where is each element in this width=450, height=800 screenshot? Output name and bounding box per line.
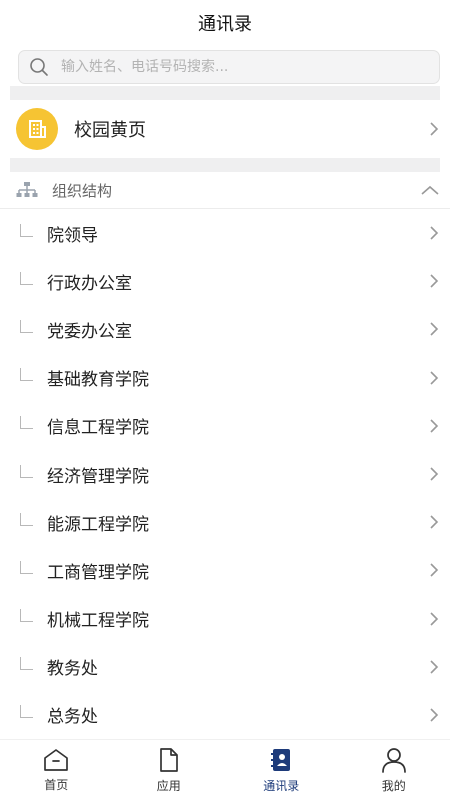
user-icon	[381, 747, 406, 773]
tree-branch-icon	[20, 368, 33, 382]
tab-label: 首页	[44, 777, 69, 792]
tree-branch-icon	[20, 512, 33, 526]
tree-branch-icon	[20, 464, 33, 478]
yellow-pages-row[interactable]: 校园黄页	[0, 100, 450, 158]
org-item-energy-engineering[interactable]: 能源工程学院	[0, 498, 450, 546]
tab-label: 我的	[381, 778, 406, 793]
section-divider	[10, 158, 440, 172]
tree-branch-icon	[20, 657, 33, 671]
section-divider	[10, 86, 440, 100]
org-item-leadership[interactable]: 院领导	[0, 209, 450, 257]
search-icon	[30, 58, 48, 76]
tree-branch-icon	[20, 705, 33, 719]
tab-bar: 首页 应用 通讯录 我的	[0, 739, 450, 800]
chevron-right-icon	[430, 274, 439, 288]
tree-branch-icon	[20, 560, 33, 574]
chevron-right-icon	[430, 612, 439, 626]
tree-branch-icon	[20, 319, 33, 333]
org-item-label: 总务处	[47, 707, 98, 728]
chevron-right-icon	[430, 371, 439, 385]
tab-profile[interactable]: 我的	[338, 740, 450, 800]
home-icon	[44, 748, 69, 771]
org-item-label: 工商管理学院	[47, 562, 149, 583]
org-item-general-affairs[interactable]: 总务处	[0, 691, 450, 739]
chevron-right-icon	[430, 122, 439, 136]
tree-branch-icon	[20, 416, 33, 430]
search-box[interactable]	[18, 50, 440, 84]
org-item-label: 能源工程学院	[47, 514, 149, 535]
search-input[interactable]	[59, 58, 423, 76]
chevron-right-icon	[430, 563, 439, 577]
address-book-icon	[271, 748, 291, 771]
chevron-right-icon	[430, 660, 439, 674]
chevron-right-icon	[430, 708, 439, 722]
org-item-label: 党委办公室	[47, 321, 132, 342]
tab-contacts[interactable]: 通讯录	[225, 740, 338, 800]
org-item-label: 机械工程学院	[47, 611, 149, 632]
org-chart-icon	[16, 182, 38, 197]
org-structure-header[interactable]: 组织结构	[0, 172, 450, 209]
org-structure-label: 组织结构	[52, 181, 113, 200]
org-list: 院领导 行政办公室 党委办公室 基础教育学院 信息工程学院 经济管理学院 能源工…	[0, 209, 450, 739]
chevron-right-icon	[430, 322, 439, 337]
page-title: 通讯录	[198, 14, 252, 35]
tab-label: 通讯录	[263, 778, 300, 793]
chevron-up-icon[interactable]	[420, 184, 440, 196]
tab-apps[interactable]: 应用	[113, 740, 226, 800]
header: 通讯录	[0, 0, 450, 46]
org-item-basic-education[interactable]: 基础教育学院	[0, 354, 450, 402]
tab-home[interactable]: 首页	[0, 740, 113, 800]
org-item-label: 行政办公室	[47, 273, 132, 294]
org-item-info-engineering[interactable]: 信息工程学院	[0, 402, 450, 450]
org-item-admin-office[interactable]: 行政办公室	[0, 257, 450, 305]
search-bar	[0, 46, 450, 86]
chevron-right-icon	[430, 226, 439, 240]
org-item-economics-management[interactable]: 经济管理学院	[0, 450, 450, 498]
yellow-pages-label: 校园黄页	[74, 120, 146, 141]
org-item-party-office[interactable]: 党委办公室	[0, 305, 450, 353]
org-item-label: 经济管理学院	[47, 466, 149, 487]
org-item-label: 基础教育学院	[47, 370, 149, 391]
chevron-right-icon	[430, 419, 439, 433]
org-item-mechanical-engineering[interactable]: 机械工程学院	[0, 595, 450, 643]
org-item-label: 院领导	[47, 225, 98, 246]
tree-branch-icon	[20, 609, 33, 623]
tab-label: 应用	[156, 778, 181, 793]
org-item-business-management[interactable]: 工商管理学院	[0, 546, 450, 594]
tree-branch-icon	[20, 271, 33, 285]
building-icon	[16, 108, 58, 150]
org-item-label: 教务处	[47, 659, 98, 680]
document-icon	[159, 747, 178, 772]
org-item-label: 信息工程学院	[47, 418, 149, 439]
org-item-academic-affairs[interactable]: 教务处	[0, 643, 450, 691]
chevron-right-icon	[430, 467, 439, 481]
tree-branch-icon	[20, 223, 33, 237]
chevron-right-icon	[430, 515, 439, 529]
